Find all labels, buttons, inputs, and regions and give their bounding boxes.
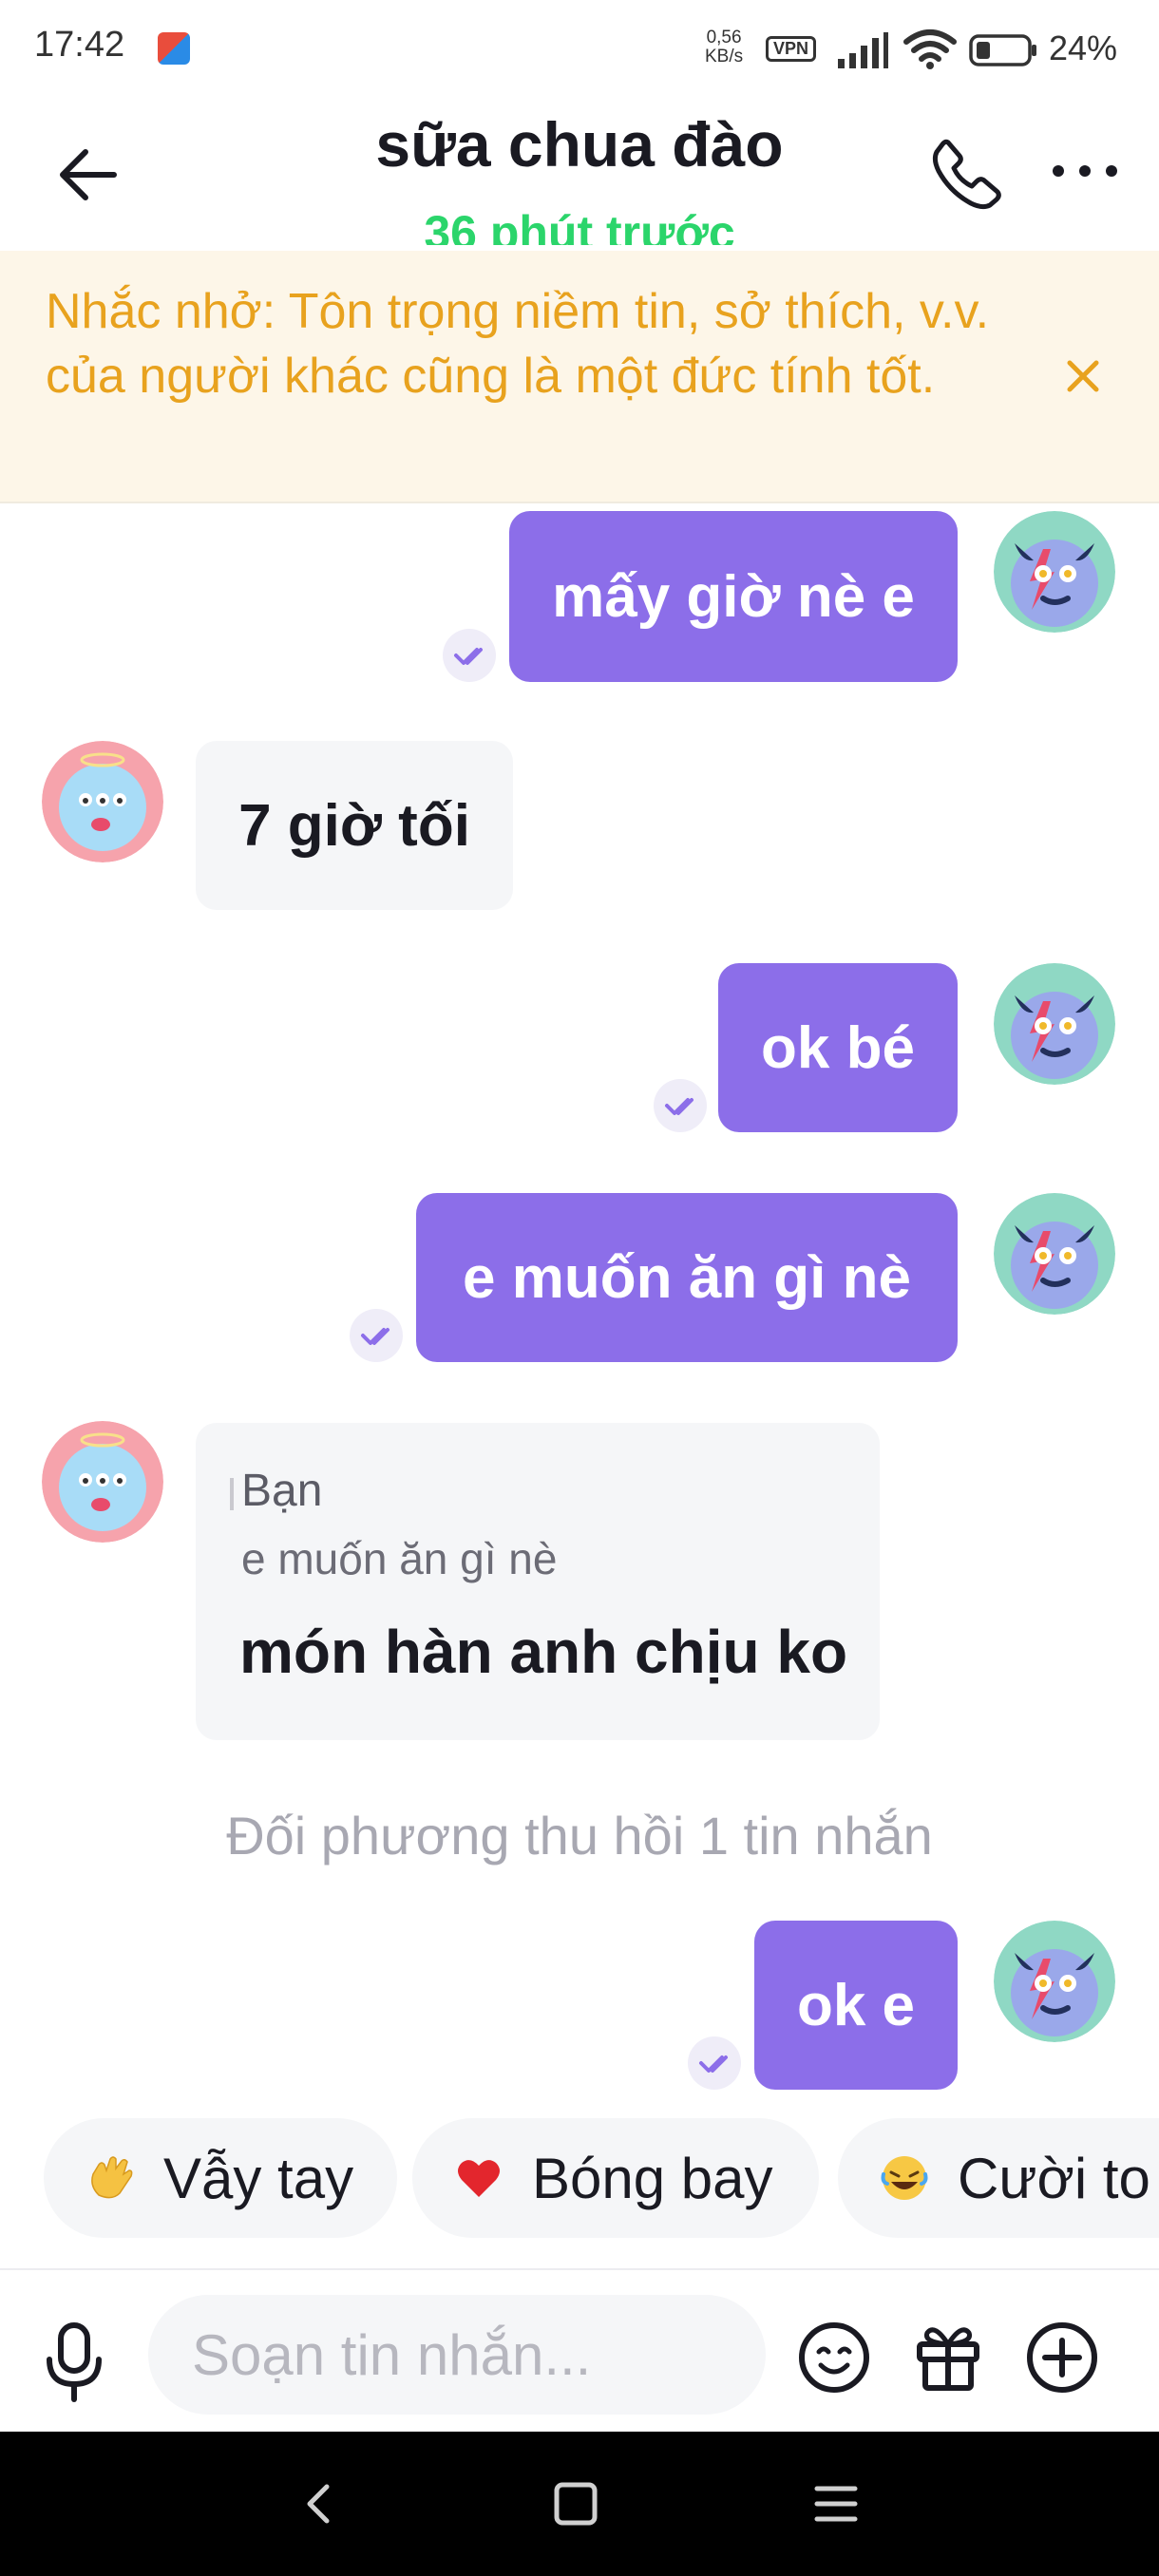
read-receipt-icon xyxy=(654,1079,707,1132)
contact-avatar[interactable] xyxy=(42,741,163,862)
my-avatar[interactable] xyxy=(994,963,1115,1085)
message-text: món hàn anh chịu ko xyxy=(239,1618,848,1686)
quick-reply-label: Vẫy tay xyxy=(163,2146,354,2210)
quoted-sender: Bạn xyxy=(241,1466,323,1516)
message-composer xyxy=(0,2270,1159,2432)
add-icon[interactable] xyxy=(1024,2320,1100,2396)
quick-reply-wave[interactable]: Vẫy tay xyxy=(44,2118,397,2238)
message-text: ok bé xyxy=(761,1014,915,1081)
status-bar: 17:42 0,56 KB/s VPN 24% xyxy=(0,0,1159,99)
my-avatar[interactable] xyxy=(994,511,1115,633)
laughing-face-icon xyxy=(881,2156,928,2200)
battery-icon xyxy=(969,34,1036,66)
message-text: mấy giờ nè e xyxy=(552,563,915,630)
system-navigation-bar xyxy=(0,2432,1159,2576)
status-time: 17:42 xyxy=(34,25,125,65)
reminder-banner: Nhắc nhở: Tôn trọng niềm tin, sở thích, … xyxy=(0,251,1159,503)
quote-indicator xyxy=(230,1478,234,1510)
my-avatar[interactable] xyxy=(994,1193,1115,1315)
nav-home-icon[interactable] xyxy=(547,2475,604,2532)
incoming-reply-message[interactable]: Bạn e muốn ăn gì nè món hàn anh chịu ko xyxy=(196,1423,880,1740)
contact-avatar[interactable] xyxy=(42,1421,163,1543)
quick-reply-laugh[interactable]: Cười to xyxy=(838,2118,1159,2238)
app-notification-icon xyxy=(158,32,190,65)
chat-header: sữa chua đào 36 phút trước xyxy=(0,99,1159,251)
wifi-icon xyxy=(903,29,957,69)
quick-reply-label: Cười to xyxy=(958,2146,1150,2210)
outgoing-message[interactable]: e muốn ăn gì nè xyxy=(416,1193,958,1362)
quick-reply-label: Bóng bay xyxy=(532,2146,773,2210)
network-speed: 0,56 KB/s xyxy=(705,28,743,66)
read-receipt-icon xyxy=(688,2036,741,2090)
message-text: ok e xyxy=(796,1972,916,2038)
emoji-icon[interactable] xyxy=(796,2320,872,2396)
nav-back-icon[interactable] xyxy=(291,2475,348,2532)
gift-icon[interactable] xyxy=(910,2318,986,2394)
red-heart-icon xyxy=(458,2160,500,2197)
reminder-text: Nhắc nhở: Tôn trọng niềm tin, sở thích, … xyxy=(46,284,990,404)
message-text: e muốn ăn gì nè xyxy=(463,1244,911,1311)
network-speed-value: 0,56 xyxy=(706,28,742,47)
cell-signal-icon xyxy=(838,32,888,68)
outgoing-message[interactable]: ok e xyxy=(754,1921,958,2090)
my-avatar[interactable] xyxy=(994,1921,1115,2042)
quick-reply-bar: Vẫy tay Bóng bay Cười to xyxy=(0,2118,1159,2238)
microphone-icon[interactable] xyxy=(40,2320,108,2405)
vpn-icon: VPN xyxy=(766,36,817,62)
more-options-icon[interactable] xyxy=(1049,152,1121,190)
read-receipt-icon xyxy=(443,629,496,682)
outgoing-message[interactable]: ok bé xyxy=(718,963,958,1132)
quick-reply-balloon[interactable]: Bóng bay xyxy=(412,2118,819,2238)
battery-percentage: 24% xyxy=(1049,28,1118,67)
read-receipt-icon xyxy=(350,1309,403,1362)
outgoing-message[interactable]: mấy giờ nè e xyxy=(509,511,958,682)
message-input[interactable] xyxy=(148,2295,766,2415)
message-text: 7 giờ tối xyxy=(238,792,470,859)
close-icon[interactable] xyxy=(1054,348,1112,405)
nav-menu-icon[interactable] xyxy=(808,2475,864,2532)
phone-call-icon[interactable] xyxy=(927,133,1007,213)
recalled-message-notice: Đối phương thu hồi 1 tin nhắn xyxy=(226,1806,933,1866)
quoted-text: e muốn ăn gì nè xyxy=(241,1534,558,1583)
incoming-message[interactable]: 7 giờ tối xyxy=(196,741,513,910)
network-speed-unit: KB/s xyxy=(705,47,744,66)
waving-hand-icon xyxy=(91,2156,133,2199)
